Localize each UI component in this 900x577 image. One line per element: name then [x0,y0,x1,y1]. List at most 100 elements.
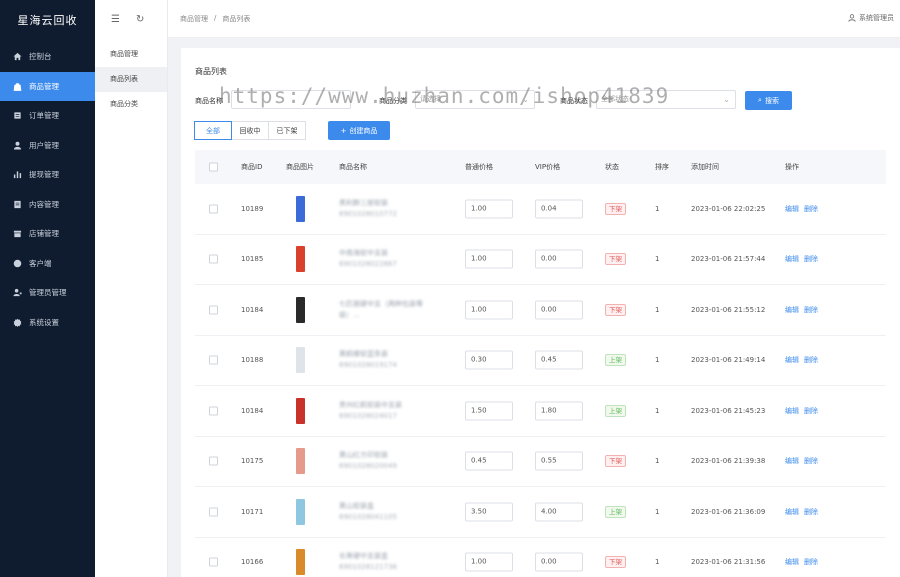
delete-link[interactable]: 删除 [804,355,818,365]
vip-price-input[interactable]: 0.04 [535,199,583,219]
sidebar-item[interactable]: 商品管理 [0,71,95,101]
category-select[interactable]: 请选择 ⌄ [415,90,535,109]
delete-link[interactable]: 删除 [804,204,818,214]
edit-link[interactable]: 编辑 [785,456,799,466]
sort-value: 1 [655,356,660,365]
app-logo: 星海云回收 [17,14,78,27]
normal-price-input[interactable]: 1.00 [465,199,513,219]
row-checkbox[interactable] [209,557,218,567]
delete-link[interactable]: 删除 [804,254,818,264]
search-button[interactable]: ⌕ 搜索 [745,91,792,110]
subnav-item[interactable]: 商品分类 [95,92,167,117]
select-all-checkbox[interactable] [209,162,218,172]
sidebar-item[interactable]: 提现管理 [0,160,95,190]
user-menu[interactable]: 系统管理员 [848,13,894,23]
edit-link[interactable]: 编辑 [785,254,799,264]
refresh-icon[interactable]: ↻ [136,14,144,25]
table-row: 10185 中南海软中支装 6901028022867 1.00 0.00 下架 1 2023… [195,235,886,285]
added-time: 2023-01-06 21:31:56 [691,558,766,567]
product-image [296,498,305,525]
normal-price-input[interactable]: 3.50 [465,502,513,522]
delete-link[interactable]: 删除 [804,557,818,567]
tab-recycling[interactable]: 回收中 [231,121,269,140]
row-checkbox[interactable] [209,204,218,214]
tab-all[interactable]: 全部 [194,121,232,140]
normal-price-input[interactable]: 1.00 [465,300,513,320]
delete-link[interactable]: 删除 [804,507,818,517]
product-name[interactable]: 中南海软中支装 6901028022867 [339,248,439,270]
status-badge[interactable]: 下架 [605,455,626,468]
normal-price-input[interactable]: 1.50 [465,401,513,421]
home-icon [11,51,23,63]
product-name[interactable]: 贵州红鹤软装中支装 6901028024017 [339,400,439,422]
normal-price-input[interactable]: 1.00 [465,249,513,269]
product-name[interactable]: 黄山软装盒 6901028041105 [339,501,439,523]
status-badge[interactable]: 下架 [605,303,626,316]
sidebar-item-label: 客户端 [29,258,52,268]
row-checkbox[interactable] [209,456,218,466]
breadcrumb-item[interactable]: 商品管理 [180,14,208,24]
normal-price-input[interactable]: 0.30 [465,350,513,370]
column-header: 普通价格 [465,163,493,171]
status-select[interactable]: 全部状态 ⌄ [596,90,736,109]
sidebar-item[interactable]: 内容管理 [0,190,95,220]
product-name[interactable]: 黑利群三层软装 6901028010772 [339,198,439,220]
row-checkbox[interactable] [209,305,218,315]
vip-price-input[interactable]: 0.45 [535,350,583,370]
edit-link[interactable]: 编辑 [785,507,799,517]
sidebar-item[interactable]: 系统设置 [0,308,95,338]
product-image [296,195,305,222]
edit-link[interactable]: 编辑 [785,355,799,365]
added-time: 2023-01-06 22:02:25 [691,204,766,213]
row-checkbox[interactable] [209,355,218,365]
sidebar: 星海云回收 控制台 商品管理 订单管理 用户管理 提现管理 内容管理 店铺管理客户端管理员管… [0,0,95,577]
status-badge[interactable]: 上架 [605,404,626,417]
sidebar-item[interactable]: 客户端 [0,249,95,279]
normal-price-input[interactable]: 1.00 [465,552,513,572]
product-name-input[interactable] [231,90,351,109]
row-checkbox[interactable] [209,254,218,264]
breadcrumb-item: 商品列表 [222,15,251,23]
vip-price-input[interactable]: 1.80 [535,401,583,421]
row-actions: 编辑 删除 [785,355,818,365]
sidebar-item[interactable]: 店铺管理 [0,219,95,249]
sidebar-item[interactable]: 用户管理 [0,131,95,161]
edit-link[interactable]: 编辑 [785,204,799,214]
table-header: 商品ID 商品图片 商品名称 普通价格 VIP价格 状态 排序 添加时间 操作 [195,150,886,184]
product-name[interactable]: 长寿硬中支装盒 6901028121736 [339,551,439,573]
delete-link[interactable]: 删除 [804,456,818,466]
edit-link[interactable]: 编辑 [785,557,799,567]
vip-price-input[interactable]: 0.55 [535,451,583,471]
vip-price-input[interactable]: 0.00 [535,300,583,320]
sidebar-item[interactable]: 订单管理 [0,101,95,131]
product-name[interactable]: 七匹狼硬中支（两种包装等级）... [339,299,439,321]
status-badge[interactable]: 下架 [605,202,626,215]
status-badge[interactable]: 下架 [605,253,626,266]
subnav-item[interactable]: 商品管理 [95,42,167,67]
sub-navigation: ☰ ↻ 商品管理 商品列表 商品分类 [95,0,168,577]
row-checkbox[interactable] [209,406,218,416]
vip-price-input[interactable]: 0.00 [535,552,583,572]
create-product-button[interactable]: + 创建商品 [328,121,390,140]
chevron-down-icon: ⌄ [522,95,529,104]
column-header: 排序 [655,163,669,171]
menu-toggle-icon[interactable]: ☰ [111,14,120,25]
delete-link[interactable]: 删除 [804,406,818,416]
added-time: 2023-01-06 21:57:44 [691,255,766,264]
sidebar-item[interactable]: 管理员管理 [0,278,95,308]
delete-link[interactable]: 删除 [804,305,818,315]
row-checkbox[interactable] [209,507,218,517]
status-badge[interactable]: 上架 [605,354,626,367]
vip-price-input[interactable]: 0.00 [535,249,583,269]
edit-link[interactable]: 编辑 [785,406,799,416]
status-badge[interactable]: 下架 [605,556,626,569]
status-badge[interactable]: 上架 [605,505,626,518]
product-name[interactable]: 黄山红方印软装 6901028020049 [339,450,439,472]
subnav-item[interactable]: 商品列表 [95,67,167,92]
tab-delisted[interactable]: 已下架 [268,121,306,140]
product-name[interactable]: 黄鹤楼软蓝条装 6901028019174 [339,349,439,371]
normal-price-input[interactable]: 0.45 [465,451,513,471]
sidebar-item[interactable]: 控制台 [0,42,95,72]
vip-price-input[interactable]: 4.00 [535,502,583,522]
edit-link[interactable]: 编辑 [785,305,799,315]
